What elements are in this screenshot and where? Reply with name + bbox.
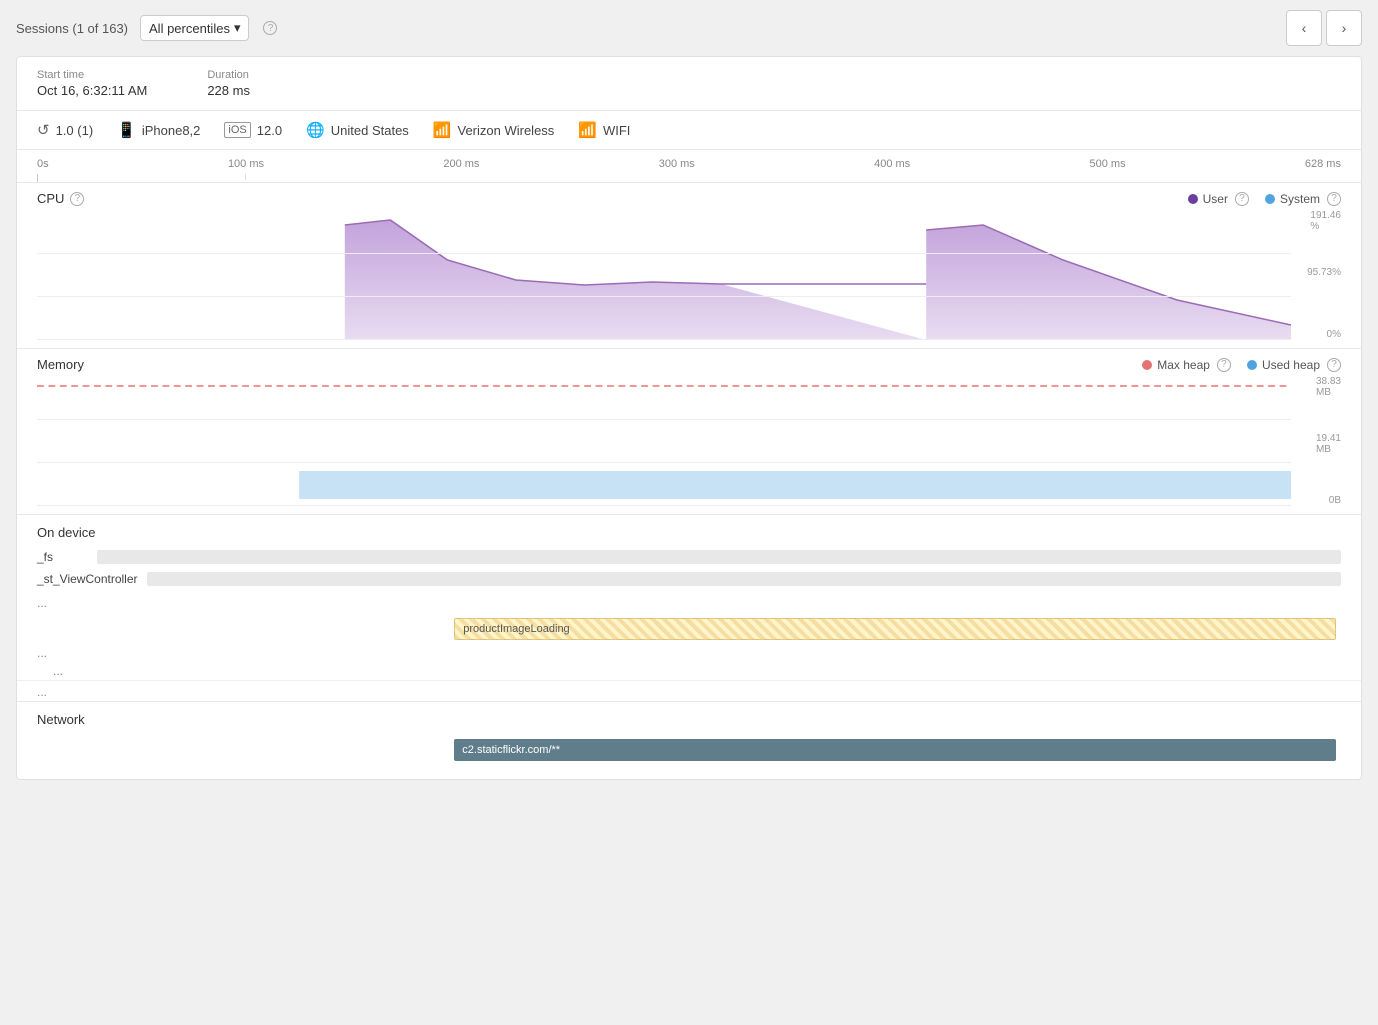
device-carrier-value: Verizon Wireless bbox=[457, 123, 554, 138]
device-country: 🌐 United States bbox=[306, 121, 433, 139]
st-viewcontroller-row: _st_ViewController bbox=[17, 568, 1361, 590]
trace-dots-1: ... bbox=[17, 594, 1361, 612]
network-section: Network c2.staticflickr.com/** bbox=[17, 702, 1361, 767]
product-image-trace: productImageLoading bbox=[37, 614, 1341, 642]
device-carrier: 📶 Verizon Wireless bbox=[433, 121, 579, 139]
cpu-section: CPU ? User ? System ? bbox=[17, 183, 1361, 349]
start-time-value: Oct 16, 6:32:11 AM bbox=[37, 83, 147, 98]
cpu-help-icon[interactable]: ? bbox=[70, 192, 84, 206]
refresh-icon: ↺ bbox=[37, 121, 50, 139]
timeline-100: 100 ms bbox=[228, 158, 264, 170]
network-title: Network bbox=[17, 702, 1361, 733]
timeline-628: 628 ms bbox=[1305, 158, 1341, 170]
start-time-label: Start time bbox=[37, 69, 147, 81]
help-icon[interactable]: ? bbox=[263, 21, 277, 35]
trace-dots-4: ... bbox=[17, 680, 1361, 701]
cpu-user-legend: User ? bbox=[1188, 192, 1249, 206]
sessions-label: Sessions (1 of 163) bbox=[16, 21, 128, 36]
device-network: 📶 WIFI bbox=[578, 121, 654, 139]
timeline-0: 0s bbox=[37, 158, 49, 170]
cpu-chart-area: 191.46% 95.73% 0% bbox=[37, 210, 1341, 340]
main-card: Start time Oct 16, 6:32:11 AM Duration 2… bbox=[16, 56, 1362, 780]
duration-value: 228 ms bbox=[207, 83, 250, 98]
globe-icon: 🌐 bbox=[306, 121, 325, 139]
network-request-bar: c2.staticflickr.com/** bbox=[454, 739, 1336, 761]
on-device-section: On device _fs _st_ViewController ... pro… bbox=[17, 515, 1361, 702]
cpu-header: CPU ? User ? System ? bbox=[17, 183, 1361, 210]
nav-next-button[interactable]: › bbox=[1326, 10, 1362, 46]
device-os-value: 12.0 bbox=[257, 123, 282, 138]
timeline-500: 500 ms bbox=[1090, 158, 1126, 170]
memory-chart-svg bbox=[37, 376, 1291, 506]
memory-max-dot bbox=[1142, 360, 1152, 370]
timeline-bar: 0s 100 ms 200 ms 300 ms 400 ms 500 ms 62… bbox=[17, 150, 1361, 183]
cpu-legend: User ? System ? bbox=[1188, 192, 1341, 206]
network-bar-container: c2.staticflickr.com/** bbox=[37, 735, 1341, 767]
fs-row: _fs bbox=[17, 546, 1361, 568]
cpu-system-help[interactable]: ? bbox=[1327, 192, 1341, 206]
wifi-icon: 📶 bbox=[578, 121, 597, 139]
cpu-chart-svg bbox=[37, 210, 1291, 340]
top-bar-left: Sessions (1 of 163) All percentiles ▾ ? bbox=[16, 15, 277, 41]
memory-header: Memory Max heap ? Used heap ? bbox=[17, 349, 1361, 376]
cpu-system-legend: System ? bbox=[1265, 192, 1341, 206]
memory-y-max: 38.83MB bbox=[1316, 376, 1341, 398]
trace-dots-3: ... bbox=[17, 662, 1361, 680]
device-network-value: WIFI bbox=[603, 123, 630, 138]
cpu-title: CPU ? bbox=[37, 191, 84, 206]
st-bar bbox=[147, 572, 1341, 586]
phone-icon: 📱 bbox=[117, 121, 136, 139]
memory-chart-area: 38.83MB 19.41MB 0B bbox=[37, 376, 1341, 506]
memory-max-legend: Max heap ? bbox=[1142, 358, 1231, 372]
memory-max-help[interactable]: ? bbox=[1217, 358, 1231, 372]
nav-prev-button[interactable]: ‹ bbox=[1286, 10, 1322, 46]
nav-buttons: ‹ › bbox=[1286, 10, 1362, 46]
device-model-value: iPhone8,2 bbox=[142, 123, 201, 138]
duration-label: Duration bbox=[207, 69, 250, 81]
trace-dots-2: ... bbox=[17, 644, 1361, 662]
cpu-y-min: 0% bbox=[1327, 329, 1341, 340]
start-time-meta: Start time Oct 16, 6:32:11 AM bbox=[37, 69, 147, 98]
device-version: ↺ 1.0 (1) bbox=[37, 121, 117, 139]
memory-y-min: 0B bbox=[1329, 495, 1341, 506]
product-image-bar: productImageLoading bbox=[454, 618, 1336, 640]
signal-icon: 📶 bbox=[433, 121, 452, 139]
device-version-value: 1.0 (1) bbox=[56, 123, 94, 138]
session-header: Start time Oct 16, 6:32:11 AM Duration 2… bbox=[17, 57, 1361, 111]
memory-used-dot bbox=[1247, 360, 1257, 370]
memory-title: Memory bbox=[37, 357, 84, 372]
cpu-user-dot bbox=[1188, 194, 1198, 204]
memory-section: Memory Max heap ? Used heap ? bbox=[17, 349, 1361, 515]
cpu-user-help[interactable]: ? bbox=[1235, 192, 1249, 206]
duration-meta: Duration 228 ms bbox=[207, 69, 250, 98]
top-bar: Sessions (1 of 163) All percentiles ▾ ? … bbox=[0, 0, 1378, 56]
timeline-200: 200 ms bbox=[443, 158, 479, 170]
on-device-title: On device bbox=[17, 515, 1361, 546]
fs-bar bbox=[97, 550, 1341, 564]
ios-icon: iOS bbox=[224, 122, 250, 138]
memory-used-legend: Used heap ? bbox=[1247, 358, 1341, 372]
device-os: iOS 12.0 bbox=[224, 122, 306, 138]
cpu-y-mid: 95.73% bbox=[1307, 267, 1341, 278]
device-bar: ↺ 1.0 (1) 📱 iPhone8,2 iOS 12.0 🌐 United … bbox=[17, 111, 1361, 150]
device-model: 📱 iPhone8,2 bbox=[117, 121, 224, 139]
cpu-system-dot bbox=[1265, 194, 1275, 204]
timeline-300: 300 ms bbox=[659, 158, 695, 170]
chevron-down-icon: ▾ bbox=[234, 20, 241, 36]
cpu-y-max: 191.46% bbox=[1310, 210, 1341, 232]
timeline-400: 400 ms bbox=[874, 158, 910, 170]
timeline-labels: 0s 100 ms 200 ms 300 ms 400 ms 500 ms 62… bbox=[37, 158, 1341, 174]
percentile-dropdown[interactable]: All percentiles ▾ bbox=[140, 15, 249, 41]
percentile-label: All percentiles bbox=[149, 21, 230, 36]
device-country-value: United States bbox=[331, 123, 409, 138]
memory-used-help[interactable]: ? bbox=[1327, 358, 1341, 372]
memory-y-mid: 19.41MB bbox=[1316, 433, 1341, 455]
memory-legend: Max heap ? Used heap ? bbox=[1142, 358, 1341, 372]
